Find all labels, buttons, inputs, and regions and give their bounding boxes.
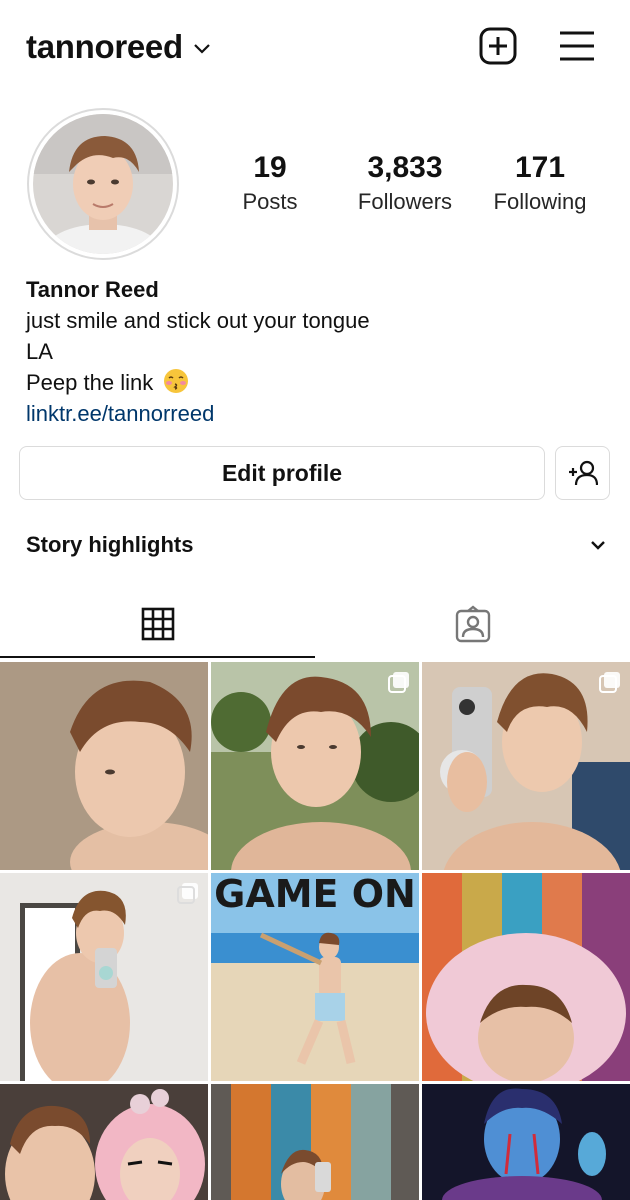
bio-line: Peep the link [26, 370, 154, 395]
following-label: Following [493, 189, 587, 214]
post-thumbnail[interactable] [422, 873, 630, 1081]
discover-people-button[interactable] [555, 446, 610, 500]
post-thumbnail[interactable] [0, 662, 208, 870]
post-thumbnail[interactable]: GAME ON [211, 873, 419, 1081]
story-highlights-toggle[interactable]: Story highlights [26, 528, 606, 562]
followers-count: 3,833 [367, 151, 443, 184]
tagged-person-icon [455, 605, 490, 643]
post-thumbnail[interactable] [0, 873, 208, 1081]
bio: Tannor Reed just smile and stick out you… [26, 274, 606, 429]
menu-icon[interactable] [557, 26, 597, 66]
posts-count: 19 [253, 151, 287, 184]
profile-tabs [0, 590, 630, 660]
avatar[interactable] [33, 114, 173, 254]
profile-link[interactable]: linktr.ee/tannorreed [26, 398, 606, 429]
followers-label: Followers [357, 189, 453, 214]
posts-stat[interactable]: 19 Posts [200, 150, 340, 216]
bio-line: just smile and stick out your tongue [26, 308, 370, 333]
bio-line: LA [26, 339, 53, 364]
post-thumbnail[interactable] [211, 1084, 419, 1200]
multiple-photos-icon [177, 883, 198, 904]
chevron-down-icon [591, 541, 605, 550]
posts-grid: GAME ON [0, 662, 630, 1200]
chevron-down-icon [194, 44, 210, 54]
following-stat[interactable]: 171 Following [470, 150, 610, 216]
tagged-tab[interactable] [315, 590, 630, 658]
kissing-face-emoji-icon [164, 369, 189, 393]
post-thumbnail[interactable] [211, 662, 419, 870]
bio-line-with-emoji: Peep the link [26, 367, 606, 398]
top-bar: tannoreed [0, 0, 630, 96]
following-count: 171 [514, 151, 566, 184]
multiple-photos-icon [599, 672, 620, 693]
add-person-icon [568, 460, 598, 486]
posts-label: Posts [242, 189, 298, 214]
display-name: Tannor Reed [26, 277, 159, 302]
account-switcher[interactable]: tannoreed [26, 28, 211, 66]
multiple-photos-icon [388, 672, 409, 693]
post-thumbnail[interactable] [0, 1084, 208, 1200]
story-highlights-label: Story highlights [26, 532, 194, 557]
grid-icon [141, 607, 174, 641]
active-tab-indicator [0, 656, 315, 658]
new-post-icon[interactable] [478, 26, 518, 66]
post-overlay-text: GAME ON [214, 873, 416, 916]
edit-profile-button[interactable]: Edit profile [19, 446, 545, 500]
followers-stat[interactable]: 3,833 Followers [335, 150, 475, 216]
grid-tab[interactable] [0, 590, 315, 658]
post-thumbnail[interactable] [422, 662, 630, 870]
post-thumbnail[interactable] [422, 1084, 630, 1200]
username: tannoreed [26, 28, 183, 65]
